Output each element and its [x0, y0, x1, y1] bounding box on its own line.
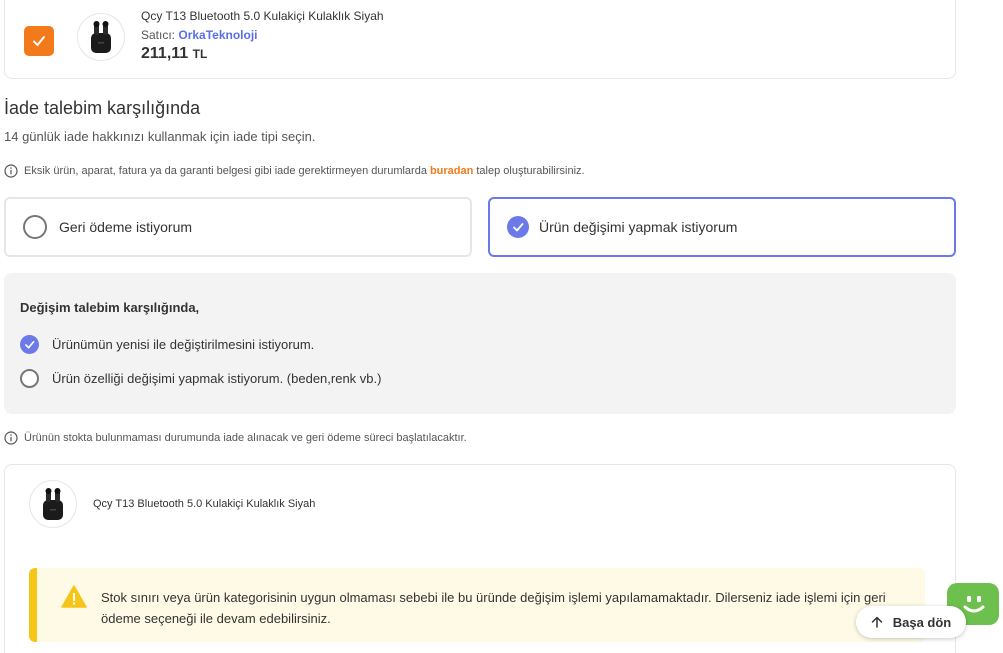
refund-radio[interactable]	[23, 215, 47, 239]
section-title: İade talebim karşılığında	[4, 98, 201, 118]
back-to-top-label: Başa dön	[892, 614, 952, 630]
exchange-panel: Değişim talebim karşılığında, Ürünümün y…	[4, 273, 956, 414]
arrow-up-icon	[871, 616, 882, 628]
exchange-new-option[interactable]: Ürünümün yenisi ile değiştirilmesini ist…	[20, 335, 314, 354]
info-note-text-after: talep oluşturabilirsiniz.	[476, 165, 585, 177]
check-icon	[33, 36, 45, 46]
warning-icon	[61, 585, 87, 608]
exchange-attr-label: Ürün özelliği değişimi yapmak istiyorum.…	[52, 371, 382, 386]
exchange-new-radio[interactable]	[20, 335, 39, 354]
refund-option[interactable]: Geri ödeme istiyorum	[4, 197, 472, 257]
product-image	[77, 13, 125, 61]
exchange-attr-option[interactable]: Ürün özelliği değişimi yapmak istiyorum.…	[20, 369, 381, 388]
price-value: 211,11	[141, 45, 189, 62]
stock-note-text: Ürünün stokta bulunmaması durumunda iade…	[24, 432, 467, 444]
seller-info: Satıcı: OrkaTeknoloji	[141, 28, 258, 42]
seller-label: Satıcı:	[141, 28, 176, 42]
info-icon	[4, 164, 18, 178]
product-price: 211,11 TL	[141, 45, 207, 63]
seller-link[interactable]: OrkaTeknoloji	[178, 28, 257, 42]
info-note: Eksik ürün, aparat, fatura ya da garanti…	[4, 164, 585, 178]
exchange-option-label: Ürün değişimi yapmak istiyorum	[539, 219, 738, 235]
info-note-text-before: Eksik ürün, aparat, fatura ya da garanti…	[24, 165, 427, 177]
product-title: Qcy T13 Bluetooth 5.0 Kulakiçi Kulaklık …	[93, 498, 316, 510]
section-subtitle: 14 günlük iade hakkınızı kullanmak için …	[4, 129, 316, 144]
product-image	[29, 480, 77, 528]
exchange-product-card: Qcy T13 Bluetooth 5.0 Kulakiçi Kulaklık …	[4, 464, 956, 653]
exchange-attr-radio[interactable]	[20, 369, 39, 388]
info-icon	[4, 431, 18, 445]
refund-option-label: Geri ödeme istiyorum	[59, 219, 193, 235]
info-note-link[interactable]: buradan	[430, 165, 473, 177]
stock-note: Ürünün stokta bulunmaması durumunda iade…	[4, 431, 467, 445]
back-to-top-button[interactable]: Başa dön	[856, 606, 966, 638]
check-icon	[513, 223, 524, 232]
warning-banner: Stok sınırı veya ürün kategorisinin uygu…	[29, 568, 925, 642]
exchange-panel-title: Değişim talebim karşılığında,	[20, 300, 200, 315]
exchange-option[interactable]: Ürün değişimi yapmak istiyorum	[488, 197, 956, 257]
earbuds-case-icon	[91, 21, 111, 53]
exchange-new-label: Ürünümün yenisi ile değiştirilmesini ist…	[52, 337, 315, 352]
check-icon	[25, 340, 35, 349]
product-select-checkbox[interactable]	[24, 26, 54, 56]
price-currency: TL	[192, 47, 208, 61]
product-title: Qcy T13 Bluetooth 5.0 Kulakiçi Kulaklık …	[141, 9, 384, 23]
exchange-radio[interactable]	[507, 216, 529, 238]
earbuds-case-icon	[43, 488, 63, 520]
warning-text: Stok sınırı veya ürün kategorisinin uygu…	[101, 590, 886, 626]
